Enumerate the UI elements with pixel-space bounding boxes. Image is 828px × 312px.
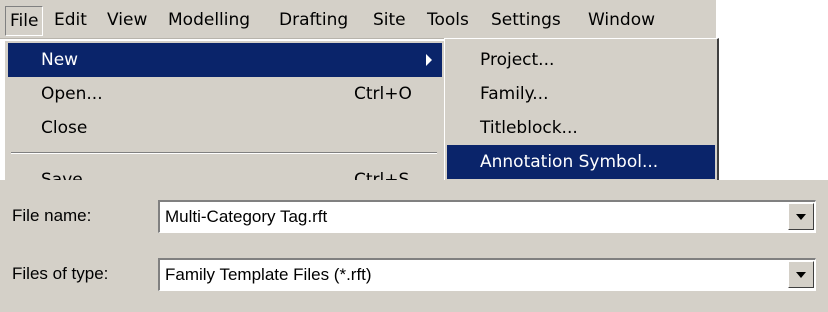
chevron-down-icon	[796, 272, 806, 278]
menu-item-label: Save	[41, 170, 83, 180]
chevron-down-icon	[796, 214, 806, 220]
menu-view[interactable]: View	[107, 7, 147, 33]
menu-item-label: Close	[41, 118, 88, 138]
menu-item-new[interactable]: New	[8, 43, 442, 77]
triangle-right-icon	[426, 54, 432, 66]
menu-tools[interactable]: Tools	[427, 7, 469, 33]
menu-item-label: New	[41, 50, 79, 70]
submenu-item-label: Annotation Symbol...	[480, 152, 659, 172]
menu-settings[interactable]: Settings	[491, 7, 561, 33]
submenu-item-label: Project...	[480, 50, 555, 70]
file-type-value[interactable]: Family Template Files (*.rft)	[165, 260, 372, 290]
submenu-item-titleblock[interactable]: Titleblock...	[447, 111, 715, 145]
menu-item-shortcut: Ctrl+S	[354, 170, 410, 180]
file-name-value[interactable]: Multi-Category Tag.rft	[165, 202, 327, 232]
menu-bar: File Edit View Modelling Drafting Site T…	[0, 0, 716, 39]
menu-item-label: Open...	[41, 84, 103, 104]
file-menu-dropdown: New Open... Ctrl+O Close Save Ctrl+S	[4, 40, 447, 180]
file-type-label: Files of type:	[12, 264, 109, 283]
file-type-dropdown-button[interactable]	[788, 261, 814, 288]
menu-window[interactable]: Window	[588, 7, 655, 33]
file-type-combobox[interactable]: Family Template Files (*.rft)	[158, 258, 816, 291]
menu-separator	[11, 152, 437, 154]
file-name-dropdown-button[interactable]	[788, 203, 814, 230]
submenu-item-label: Titleblock...	[480, 118, 578, 138]
submenu-item-project[interactable]: Project...	[447, 43, 715, 77]
menu-item-close[interactable]: Close	[8, 111, 442, 145]
menu-edit[interactable]: Edit	[54, 7, 87, 33]
menu-item-open[interactable]: Open... Ctrl+O	[8, 77, 442, 111]
file-name-label: File name:	[12, 206, 92, 225]
menu-item-shortcut: Ctrl+O	[354, 84, 412, 104]
submenu-item-family[interactable]: Family...	[447, 77, 715, 111]
file-name-combobox[interactable]: Multi-Category Tag.rft	[158, 200, 816, 233]
menu-modelling[interactable]: Modelling	[168, 7, 250, 33]
menu-drafting[interactable]: Drafting	[279, 7, 348, 33]
submenu-item-annotation-symbol[interactable]: Annotation Symbol...	[447, 145, 715, 179]
new-submenu: Project... Family... Titleblock... Annot…	[444, 38, 719, 180]
menu-item-save[interactable]: Save Ctrl+S	[8, 163, 442, 180]
file-dialog-fields: File name: Multi-Category Tag.rft Files …	[0, 180, 828, 312]
menu-site[interactable]: Site	[373, 7, 406, 33]
menu-file[interactable]: File	[5, 6, 44, 36]
screen-top: File Edit View Modelling Drafting Site T…	[0, 0, 828, 180]
submenu-item-label: Family...	[480, 84, 549, 104]
